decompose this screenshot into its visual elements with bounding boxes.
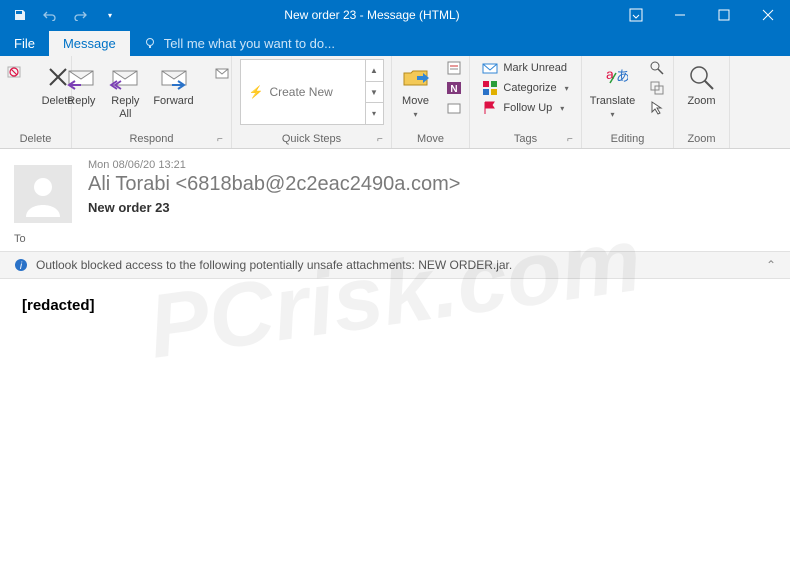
tags-dialog-launcher[interactable]: ⌐ bbox=[567, 134, 579, 146]
ribbon-tabs: File Message Tell me what you want to do… bbox=[0, 30, 790, 56]
forward-button[interactable]: Forward bbox=[149, 59, 197, 110]
rules-button[interactable] bbox=[442, 59, 466, 77]
gallery-more[interactable]: ▾ bbox=[366, 103, 383, 124]
group-label-move: Move bbox=[398, 132, 463, 146]
message-subject: New order 23 bbox=[88, 200, 770, 215]
group-label-tags: Tags bbox=[476, 132, 575, 146]
tell-me-label: Tell me what you want to do... bbox=[164, 36, 335, 51]
forward-icon bbox=[158, 61, 190, 93]
undo-icon[interactable] bbox=[38, 3, 62, 27]
onenote-button[interactable]: N bbox=[442, 79, 466, 97]
find-icon bbox=[649, 60, 665, 76]
svg-text:N: N bbox=[450, 84, 457, 95]
translate-icon: aあ bbox=[597, 61, 629, 93]
respond-dialog-launcher[interactable]: ⌐ bbox=[217, 134, 229, 146]
related-icon bbox=[649, 80, 665, 96]
reply-all-button[interactable]: Reply All bbox=[105, 59, 145, 123]
onenote-icon: N bbox=[446, 80, 462, 96]
quick-steps-gallery[interactable]: ⚡ Create New ▲ ▼ ▾ bbox=[240, 59, 384, 125]
group-label-delete: Delete bbox=[6, 132, 65, 146]
zoom-button[interactable]: Zoom bbox=[682, 59, 722, 110]
body-text: [redacted] bbox=[22, 297, 95, 314]
tab-file[interactable]: File bbox=[0, 31, 49, 56]
message-date: Mon 08/06/20 13:21 bbox=[88, 159, 770, 171]
lightning-icon: ⚡ bbox=[249, 85, 264, 99]
group-label-zoom: Zoom bbox=[680, 132, 723, 146]
junk-split[interactable] bbox=[0, 59, 34, 97]
group-label-editing: Editing bbox=[588, 132, 667, 146]
find-button[interactable] bbox=[645, 59, 669, 77]
lightbulb-icon bbox=[144, 37, 158, 51]
create-new-label: Create New bbox=[269, 85, 332, 99]
maximize-button[interactable] bbox=[702, 0, 746, 30]
mark-unread-button[interactable]: Mark Unread bbox=[478, 59, 572, 77]
mark-unread-icon bbox=[482, 60, 498, 76]
sender-avatar bbox=[14, 165, 72, 223]
actions-button[interactable] bbox=[442, 99, 466, 117]
move-folder-icon bbox=[400, 61, 432, 93]
infobar-text: Outlook blocked access to the following … bbox=[36, 258, 512, 272]
message-from: Ali Torabi <6818bab@2c2eac2490a.com> bbox=[88, 173, 770, 196]
categorize-button[interactable]: Categorize▾ bbox=[478, 79, 572, 97]
qat-customize-icon[interactable]: ▾ bbox=[98, 3, 122, 27]
reply-all-icon bbox=[109, 61, 141, 93]
close-button[interactable] bbox=[746, 0, 790, 30]
categorize-icon bbox=[482, 80, 498, 96]
tab-message[interactable]: Message bbox=[49, 31, 130, 56]
select-button[interactable] bbox=[645, 99, 669, 117]
minimize-button[interactable] bbox=[658, 0, 702, 30]
ribbon-options-icon[interactable] bbox=[614, 0, 658, 30]
actions-icon bbox=[446, 100, 462, 116]
select-icon bbox=[649, 100, 665, 116]
save-icon[interactable] bbox=[8, 3, 32, 27]
message-body: [redacted] bbox=[0, 279, 790, 333]
infobar-chevron-icon[interactable]: ⌃ bbox=[766, 258, 776, 272]
ribbon: Delete Delete Reply Reply All bbox=[0, 56, 790, 149]
tell-me-search[interactable]: Tell me what you want to do... bbox=[130, 31, 349, 56]
gallery-down[interactable]: ▼ bbox=[366, 82, 383, 104]
svg-text:あ: あ bbox=[616, 68, 628, 84]
rules-icon bbox=[446, 60, 462, 76]
reply-icon bbox=[65, 61, 97, 93]
info-icon: i bbox=[14, 258, 28, 272]
related-button[interactable] bbox=[645, 79, 669, 97]
group-label-respond: Respond bbox=[78, 132, 225, 146]
to-row: To bbox=[0, 231, 790, 251]
message-header: Mon 08/06/20 13:21 Ali Torabi <6818bab@2… bbox=[0, 149, 790, 231]
to-label: To bbox=[14, 233, 26, 245]
zoom-icon bbox=[686, 61, 718, 93]
translate-button[interactable]: aあ Translate ▾ bbox=[586, 59, 639, 123]
group-label-quicksteps: Quick Steps bbox=[238, 132, 385, 146]
follow-up-button[interactable]: Follow Up▾ bbox=[478, 99, 572, 117]
flag-icon bbox=[482, 100, 498, 116]
attachment-blocked-infobar[interactable]: i Outlook blocked access to the followin… bbox=[0, 251, 790, 279]
title-bar: ▾ New order 23 - Message (HTML) bbox=[0, 0, 790, 30]
move-button[interactable]: Move ▾ bbox=[396, 59, 436, 123]
gallery-up[interactable]: ▲ bbox=[366, 60, 383, 82]
quicksteps-dialog-launcher[interactable]: ⌐ bbox=[377, 134, 389, 146]
reply-button[interactable]: Reply bbox=[61, 59, 101, 110]
window-title: New order 23 - Message (HTML) bbox=[130, 8, 614, 22]
redo-icon[interactable] bbox=[68, 3, 92, 27]
